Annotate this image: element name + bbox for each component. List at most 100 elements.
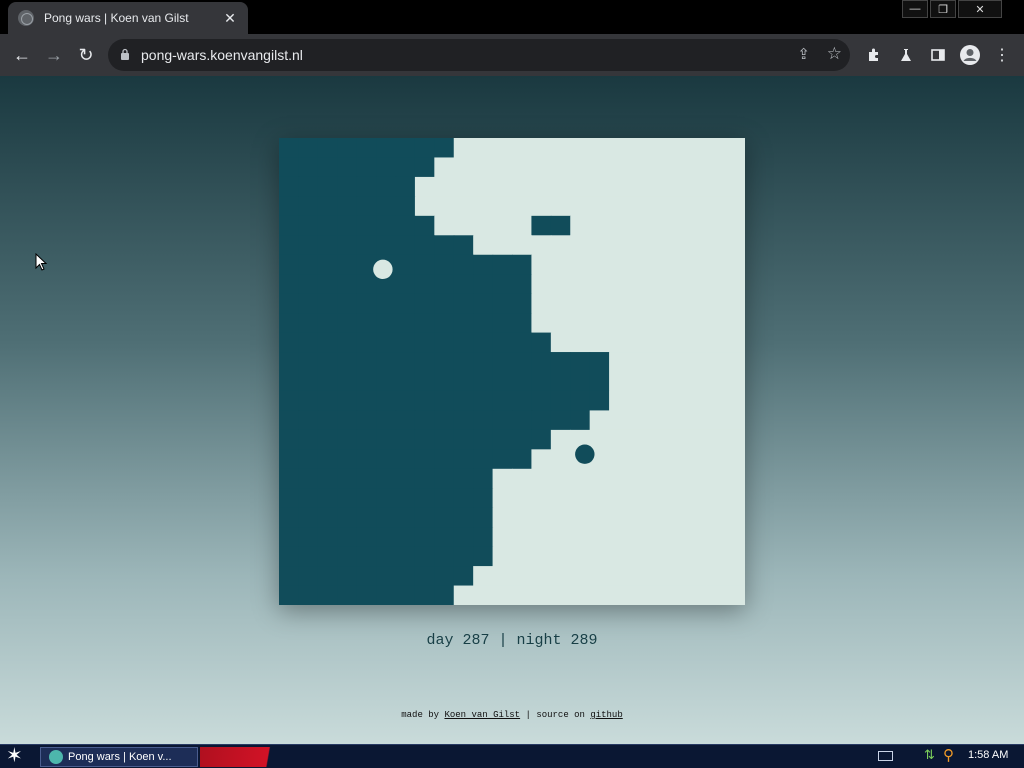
extensions-icon[interactable] — [862, 43, 886, 67]
night-cell — [512, 390, 533, 412]
network-icon[interactable]: ⇅ — [924, 747, 935, 763]
day-cell — [628, 507, 649, 528]
night-cell — [414, 429, 435, 450]
day-cell — [492, 585, 513, 605]
night-cell — [395, 293, 416, 314]
night-cell — [317, 429, 338, 450]
night-cell — [317, 449, 338, 470]
day-cell — [725, 274, 745, 295]
night-cell — [434, 507, 455, 528]
night-cell — [453, 371, 474, 392]
day-cell — [609, 157, 630, 178]
day-cell — [609, 566, 630, 587]
night-cell — [550, 215, 571, 236]
night-cell — [570, 352, 591, 373]
night-cell — [531, 410, 552, 431]
day-cell — [686, 507, 707, 528]
night-cell — [337, 352, 358, 373]
star-icon[interactable]: ☆ — [827, 44, 842, 64]
night-cell — [453, 468, 474, 489]
day-cell — [706, 507, 727, 528]
day-cell — [609, 488, 630, 509]
day-cell — [686, 196, 707, 217]
minimize-button[interactable]: — — [902, 0, 928, 18]
forward-button[interactable]: → — [42, 43, 66, 67]
github-link[interactable]: github — [590, 710, 622, 720]
day-cell — [725, 138, 745, 159]
night-cell — [298, 235, 319, 256]
night-cell — [434, 274, 455, 295]
day-cell — [706, 390, 727, 412]
day-cell — [706, 566, 727, 587]
night-cell — [376, 546, 397, 567]
night-cell — [317, 274, 338, 295]
day-cell — [531, 157, 552, 178]
night-cell — [492, 293, 513, 314]
day-cell — [686, 138, 707, 159]
profile-icon[interactable] — [958, 43, 982, 67]
night-cell — [356, 274, 377, 295]
day-cell — [589, 313, 610, 334]
day-cell — [647, 566, 668, 587]
browser-tab[interactable]: Pong wars | Koen van Gilst ✕ — [8, 2, 248, 34]
night-cell — [414, 235, 435, 256]
day-cell — [706, 157, 727, 178]
side-panel-icon[interactable] — [926, 43, 950, 67]
day-cell — [434, 215, 455, 236]
menu-icon[interactable]: ⋮ — [990, 43, 1014, 67]
night-cell — [279, 468, 300, 489]
night-cell — [512, 429, 533, 450]
close-window-button[interactable]: ✕ — [958, 0, 1002, 18]
night-cell — [376, 488, 397, 509]
day-cell — [628, 254, 649, 275]
night-cell — [279, 527, 300, 548]
day-cell — [512, 215, 533, 236]
night-cell — [512, 313, 533, 334]
night-cell — [414, 371, 435, 392]
day-cell — [589, 332, 610, 353]
back-button[interactable]: ← — [10, 43, 34, 67]
night-cell — [356, 332, 377, 353]
restore-button[interactable]: ❐ — [930, 0, 956, 18]
keyboard-icon[interactable] — [878, 751, 893, 761]
lock-icon — [121, 48, 129, 60]
day-cell — [647, 293, 668, 314]
day-cell — [706, 274, 727, 295]
day-cell — [686, 352, 707, 373]
day-cell — [609, 449, 630, 470]
night-cell — [376, 566, 397, 587]
day-cell — [589, 215, 610, 236]
day-cell — [725, 585, 745, 605]
start-button-icon[interactable]: ✶ — [6, 746, 23, 766]
day-cell — [531, 527, 552, 548]
day-cell — [686, 371, 707, 392]
night-cell — [492, 254, 513, 275]
night-cell — [395, 488, 416, 509]
night-cell — [395, 410, 416, 431]
day-cell — [570, 293, 591, 314]
day-cell — [473, 138, 494, 159]
night-cell — [279, 488, 300, 509]
day-cell — [706, 410, 727, 431]
night-cell — [298, 196, 319, 217]
tab-close-icon[interactable]: ✕ — [222, 10, 238, 27]
night-cell — [356, 488, 377, 509]
day-cell — [589, 235, 610, 256]
author-link[interactable]: Koen van Gilst — [444, 710, 520, 720]
url-text: pong-wars.koenvangilst.nl — [141, 47, 303, 63]
night-cell — [279, 352, 300, 373]
night-cell — [317, 507, 338, 528]
day-cell — [589, 157, 610, 178]
reload-button[interactable]: ↻ — [74, 43, 98, 67]
share-icon[interactable]: ⇪ — [797, 45, 810, 63]
labs-icon[interactable] — [894, 43, 918, 67]
day-cell — [512, 235, 533, 256]
night-cell — [414, 585, 435, 605]
search-icon[interactable]: ⚲ — [943, 746, 954, 764]
night-cell — [376, 157, 397, 178]
night-cell — [473, 371, 494, 392]
day-cell — [706, 449, 727, 470]
address-bar[interactable]: pong-wars.koenvangilst.nl ⇪ ☆ — [108, 39, 850, 71]
night-cell — [434, 313, 455, 334]
taskbar-item-browser[interactable]: Pong wars | Koen v... — [40, 747, 198, 767]
